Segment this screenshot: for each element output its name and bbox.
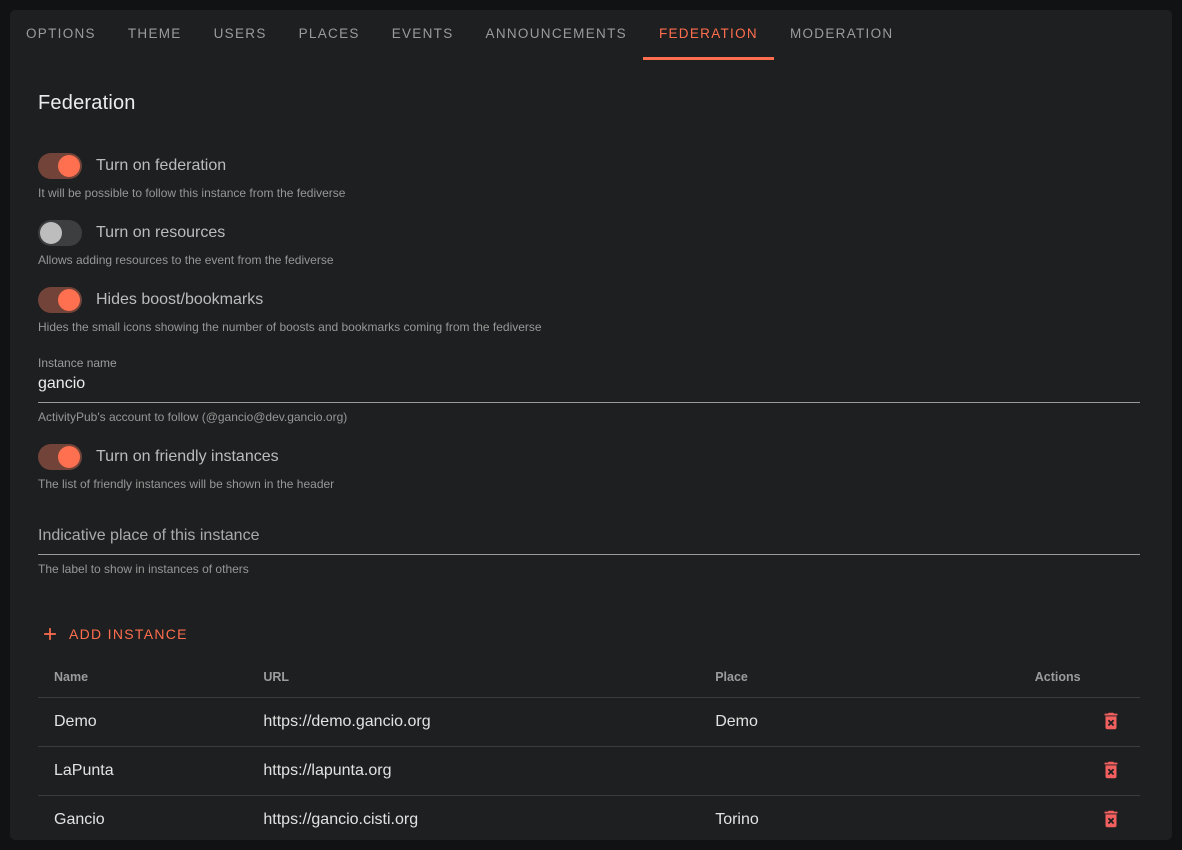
column-header-actions: Actions xyxy=(1019,660,1140,698)
column-header-place: Place xyxy=(699,660,1019,698)
tab-events[interactable]: EVENTS xyxy=(376,10,470,60)
delete-instance-button[interactable] xyxy=(1098,708,1124,734)
add-instance-button[interactable]: ADD INSTANCE xyxy=(38,616,198,652)
tab-theme[interactable]: THEME xyxy=(112,10,198,60)
table-row: LaPunta https://lapunta.org xyxy=(38,747,1140,796)
tab-moderation[interactable]: MODERATION xyxy=(774,10,910,60)
instance-name-hint: ActivityPub's account to follow (@gancio… xyxy=(38,410,1140,424)
resources-toggle-group: Turn on resources Allows adding resource… xyxy=(38,220,1140,267)
instance-place-cell: Torino xyxy=(699,796,1019,845)
instance-name-cell: Gancio xyxy=(38,796,247,845)
table-row: Demo https://demo.gancio.org Demo xyxy=(38,698,1140,747)
admin-panel-card: OPTIONS THEME USERS PLACES EVENTS ANNOUN… xyxy=(10,10,1172,840)
instance-url-cell: https://gancio.cisti.org xyxy=(247,796,699,845)
tab-federation[interactable]: FEDERATION xyxy=(643,10,774,60)
tab-places[interactable]: PLACES xyxy=(283,10,376,60)
trash-delete-forever-icon xyxy=(1100,720,1122,735)
federation-toggle-label: Turn on federation xyxy=(96,157,226,175)
resources-toggle-hint: Allows adding resources to the event fro… xyxy=(38,253,1140,267)
tab-users[interactable]: USERS xyxy=(198,10,283,60)
friendly-instances-toggle-label: Turn on friendly instances xyxy=(96,448,279,466)
delete-instance-button[interactable] xyxy=(1098,757,1124,783)
toggle-thumb xyxy=(58,289,80,311)
instance-name-field-group: Instance name ActivityPub's account to f… xyxy=(38,356,1140,424)
instance-url-cell: https://lapunta.org xyxy=(247,747,699,796)
federation-toggle[interactable] xyxy=(38,153,82,179)
instance-name-label: Instance name xyxy=(38,356,1140,370)
instance-place-cell: Demo xyxy=(699,698,1019,747)
toggle-thumb xyxy=(58,155,80,177)
delete-instance-button[interactable] xyxy=(1098,806,1124,832)
instance-place-hint: The label to show in instances of others xyxy=(38,562,1140,576)
hide-boosts-toggle-label: Hides boost/bookmarks xyxy=(96,291,263,309)
column-header-url: URL xyxy=(247,660,699,698)
federation-toggle-group: Turn on federation It will be possible t… xyxy=(38,153,1140,200)
admin-tab-bar: OPTIONS THEME USERS PLACES EVENTS ANNOUN… xyxy=(10,10,1172,60)
toggle-thumb xyxy=(40,222,62,244)
instance-name-input[interactable] xyxy=(38,373,1140,403)
instance-name-cell: LaPunta xyxy=(38,747,247,796)
add-instance-button-label: ADD INSTANCE xyxy=(69,626,188,642)
trash-delete-forever-icon xyxy=(1100,769,1122,784)
tab-options[interactable]: OPTIONS xyxy=(10,10,112,60)
instance-name-cell: Demo xyxy=(38,698,247,747)
toggle-thumb xyxy=(58,446,80,468)
instance-url-cell: https://demo.gancio.org xyxy=(247,698,699,747)
friendly-instances-table: Name URL Place Actions Demo https://demo… xyxy=(38,660,1140,844)
instance-place-cell xyxy=(699,747,1019,796)
instance-place-field-group: The label to show in instances of others xyxy=(38,525,1140,576)
table-row: Gancio https://gancio.cisti.org Torino xyxy=(38,796,1140,845)
page-title: Federation xyxy=(38,92,1140,115)
federation-toggle-hint: It will be possible to follow this insta… xyxy=(38,186,1140,200)
resources-toggle[interactable] xyxy=(38,220,82,246)
hide-boosts-toggle-hint: Hides the small icons showing the number… xyxy=(38,320,1140,334)
tab-announcements[interactable]: ANNOUNCEMENTS xyxy=(470,10,643,60)
instance-place-input[interactable] xyxy=(38,525,1140,555)
friendly-instances-toggle-hint: The list of friendly instances will be s… xyxy=(38,477,1140,491)
federation-settings-panel: Federation Turn on federation It will be… xyxy=(10,92,1172,844)
trash-delete-forever-icon xyxy=(1100,818,1122,833)
friendly-instances-toggle[interactable] xyxy=(38,444,82,470)
friendly-instances-toggle-group: Turn on friendly instances The list of f… xyxy=(38,444,1140,491)
hide-boosts-toggle[interactable] xyxy=(38,287,82,313)
column-header-name: Name xyxy=(38,660,247,698)
plus-icon xyxy=(40,624,60,644)
table-header-row: Name URL Place Actions xyxy=(38,660,1140,698)
hide-boosts-toggle-group: Hides boost/bookmarks Hides the small ic… xyxy=(38,287,1140,334)
resources-toggle-label: Turn on resources xyxy=(96,224,225,242)
